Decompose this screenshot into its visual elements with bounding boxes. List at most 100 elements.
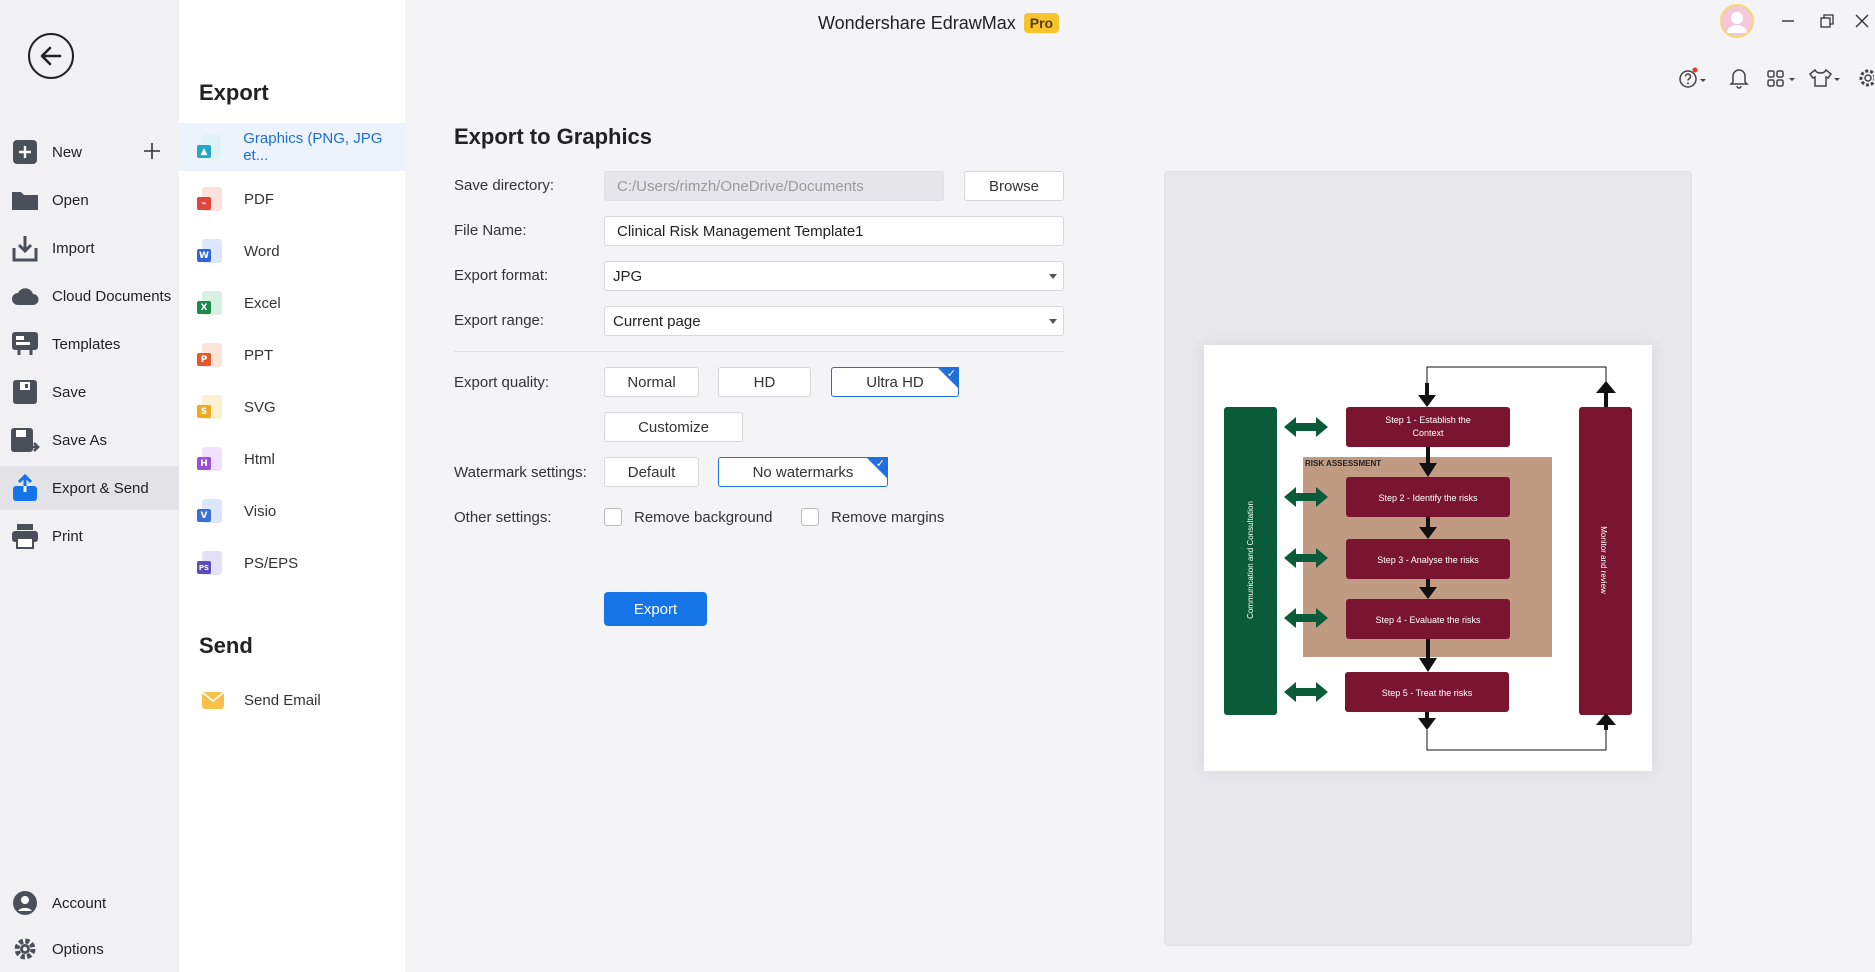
export-button[interactable]: Export xyxy=(604,592,707,626)
chevron-down-icon xyxy=(1049,319,1057,324)
nav-item-options[interactable]: Options xyxy=(0,927,179,971)
notifications-button[interactable] xyxy=(1729,66,1749,90)
app-title: Wondershare EdrawMax Pro xyxy=(818,10,1060,36)
nav-item-label: Cloud Documents xyxy=(52,287,172,305)
printer-icon xyxy=(10,521,40,551)
ps-file-icon: PS xyxy=(197,551,222,575)
nav-item-print[interactable]: Print xyxy=(0,514,179,558)
save-directory-field: C:/Users/rimzh/OneDrive/Documents xyxy=(604,171,944,201)
arrow-left-icon xyxy=(40,46,62,66)
pdf-file-icon: ⌁ xyxy=(197,187,222,211)
nav-item-new[interactable]: New xyxy=(0,130,179,174)
quality-ultra-hd-button[interactable]: Ultra HD ✓ xyxy=(831,367,959,397)
customize-button[interactable]: Customize xyxy=(604,412,743,442)
type-item-excel[interactable]: X Excel xyxy=(179,279,405,327)
templates-icon xyxy=(10,329,40,359)
type-item-ps-eps[interactable]: PS PS/EPS xyxy=(179,539,405,587)
watermark-default-button[interactable]: Default xyxy=(604,457,699,487)
export-quality-label: Export quality: xyxy=(454,374,550,391)
restore-icon xyxy=(1820,14,1834,28)
watermark-label: Watermark settings: xyxy=(454,464,587,481)
export-format-label: Export format: xyxy=(454,267,549,284)
step-5-label: Step 5 - Treat the risks xyxy=(1382,688,1473,698)
theme-button[interactable] xyxy=(1809,66,1841,90)
bell-icon xyxy=(1729,69,1749,89)
quality-hd-button[interactable]: HD xyxy=(718,367,811,397)
export-range-select[interactable]: Current page xyxy=(604,306,1064,336)
loop-connector-top xyxy=(1426,366,1607,383)
type-item-label: Graphics (PNG, JPG et... xyxy=(243,130,383,164)
quality-normal-button[interactable]: Normal xyxy=(604,367,699,397)
file-name-input[interactable]: Clinical Risk Management Template1 xyxy=(604,216,1064,246)
type-item-label: Visio xyxy=(244,502,277,520)
type-item-send-email[interactable]: Send Email xyxy=(179,676,405,724)
app-title-text: Wondershare EdrawMax xyxy=(818,12,1016,33)
nav-item-import[interactable]: Import xyxy=(0,226,179,270)
nav-item-account[interactable]: Account xyxy=(0,881,179,925)
type-item-label: Html xyxy=(244,450,275,468)
type-item-html[interactable]: H Html xyxy=(179,435,405,483)
nav-item-cloud-documents[interactable]: Cloud Documents xyxy=(0,274,179,318)
monitor-bar-label: Monitor and review xyxy=(1599,526,1608,594)
apps-button[interactable] xyxy=(1766,66,1798,90)
plus-icon[interactable] xyxy=(141,140,163,162)
export-format-select[interactable]: JPG xyxy=(604,261,1064,291)
file-name-label: File Name: xyxy=(454,222,527,239)
chevron-down-icon xyxy=(1049,274,1057,279)
watermark-none-label: No watermarks xyxy=(752,463,854,481)
export-icon xyxy=(10,473,40,503)
restore-button[interactable] xyxy=(1814,10,1840,32)
nav-item-label: Templates xyxy=(52,335,121,353)
type-item-visio[interactable]: V Visio xyxy=(179,487,405,535)
help-button[interactable] xyxy=(1678,66,1708,90)
nav-item-open[interactable]: Open xyxy=(0,178,179,222)
export-section-title: Export xyxy=(199,80,269,105)
remove-margins-label: Remove margins xyxy=(831,509,945,526)
image-file-icon: ▲ xyxy=(197,135,222,159)
step-4-label: Step 4 - Evaluate the risks xyxy=(1375,615,1481,625)
help-icon xyxy=(1679,67,1706,88)
send-section-title: Send xyxy=(199,633,253,658)
shirt-icon xyxy=(1809,68,1840,87)
back-button[interactable] xyxy=(28,33,74,79)
form-title: Export to Graphics xyxy=(454,124,653,149)
grid-icon xyxy=(1767,70,1795,87)
step-1-box xyxy=(1346,407,1510,447)
nav-item-label: Account xyxy=(52,894,107,912)
type-item-word[interactable]: W Word xyxy=(179,227,405,275)
settings-button[interactable] xyxy=(1858,66,1874,90)
remove-margins-checkbox[interactable] xyxy=(801,508,819,526)
nav-item-label: Save As xyxy=(52,431,108,449)
type-item-label: PPT xyxy=(244,346,274,364)
avatar[interactable] xyxy=(1720,4,1754,38)
minimize-button[interactable] xyxy=(1775,10,1801,32)
export-type-panel: Export ▲ Graphics (PNG, JPG et... ⌁ PDF … xyxy=(179,0,405,972)
excel-file-icon: X xyxy=(197,291,222,315)
nav-item-save-as[interactable]: Save As xyxy=(0,418,179,462)
remove-background-checkbox[interactable] xyxy=(604,508,622,526)
new-icon xyxy=(10,137,40,167)
loop-connector-bottom xyxy=(1426,730,1607,751)
type-item-label: SVG xyxy=(244,398,276,416)
close-icon xyxy=(1855,14,1869,28)
check-icon: ✓ xyxy=(875,458,885,470)
remove-background-label: Remove background xyxy=(634,509,773,526)
type-item-ppt[interactable]: P PPT xyxy=(179,331,405,379)
export-range-value: Current page xyxy=(613,312,701,330)
import-icon xyxy=(10,233,40,263)
close-button[interactable] xyxy=(1849,10,1875,32)
type-item-pdf[interactable]: ⌁ PDF xyxy=(179,175,405,223)
ppt-file-icon: P xyxy=(197,343,222,367)
nav-item-save[interactable]: Save xyxy=(0,370,179,414)
nav-item-templates[interactable]: Templates xyxy=(0,322,179,366)
watermark-none-button[interactable]: No watermarks ✓ xyxy=(718,457,888,487)
nav-item-label: Open xyxy=(52,191,89,209)
type-item-label: Excel xyxy=(244,294,281,312)
browse-button[interactable]: Browse xyxy=(964,171,1064,201)
nav-item-export-send[interactable]: Export & Send xyxy=(0,466,179,510)
svg-file-icon: S xyxy=(197,395,222,419)
step-2-label: Step 2 - Identify the risks xyxy=(1378,493,1478,503)
type-item-graphics[interactable]: ▲ Graphics (PNG, JPG et... xyxy=(179,123,405,171)
type-item-svg[interactable]: S SVG xyxy=(179,383,405,431)
nav-item-label: Print xyxy=(52,527,83,545)
